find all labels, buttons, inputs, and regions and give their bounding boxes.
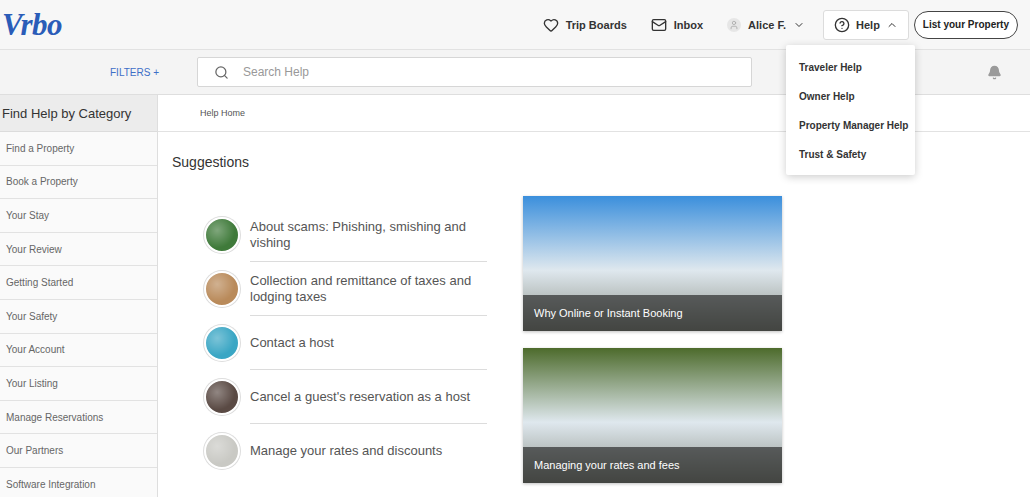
sidebar-item[interactable]: Your Review — [0, 233, 157, 267]
search-field[interactable] — [197, 57, 752, 87]
notifications[interactable] — [987, 65, 1002, 80]
sidebar-item[interactable]: Our Partners — [0, 434, 157, 468]
user-menu[interactable]: Alice F. — [727, 18, 805, 32]
suggestion-thumbnail — [204, 379, 240, 415]
sidebar-item[interactable]: Your Safety — [0, 300, 157, 334]
suggestion-label: Contact a host — [250, 316, 487, 370]
suggestion-item[interactable]: Contact a host — [204, 316, 487, 370]
suggestion-item[interactable]: Manage your rates and discounts — [204, 424, 487, 478]
help-menu: Traveler HelpOwner HelpProperty Manager … — [786, 45, 915, 175]
suggestion-label: About scams: Phishing, smishing and vish… — [250, 208, 487, 262]
sidebar-item[interactable]: Getting Started — [0, 266, 157, 300]
avatar-icon — [727, 18, 741, 32]
suggestions-content: About scams: Phishing, smishing and vish… — [158, 170, 1030, 483]
help-icon — [834, 17, 850, 33]
bell-icon — [987, 65, 1002, 80]
help-menu-item[interactable]: Property Manager Help — [786, 111, 915, 140]
suggestion-label: Manage your rates and discounts — [250, 424, 487, 478]
sidebar-item[interactable]: Manage Reservations — [0, 401, 157, 435]
suggestion-label: Collection and remittance of taxes and l… — [250, 262, 487, 316]
top-bar: Vrbo Trip Boards Inbox Alice F. HelpList you… — [0, 0, 1030, 50]
suggestion-item[interactable]: About scams: Phishing, smishing and vish… — [204, 208, 487, 262]
filters-link[interactable]: FILTERS + — [0, 67, 197, 78]
chevron-down-icon — [793, 19, 805, 31]
category-sidebar: Find Help by CategoryFind a PropertyBook… — [0, 95, 158, 497]
trip-boards-link[interactable]: Trip Boards — [543, 17, 627, 33]
card-caption: Managing your rates and fees — [523, 447, 782, 483]
sidebar-item[interactable]: Your Stay — [0, 199, 157, 233]
suggestion-item[interactable]: Collection and remittance of taxes and l… — [204, 262, 487, 316]
sidebar-item[interactable]: Your Account — [0, 334, 157, 368]
suggestion-thumbnail — [204, 271, 240, 307]
suggestion-thumbnail — [204, 217, 240, 253]
sidebar-item[interactable]: Software Integration — [0, 468, 157, 497]
top-nav: Trip Boards Inbox Alice F. HelpList your Pr… — [543, 10, 1018, 40]
suggestion-item[interactable]: Cancel a guest's reservation as a host — [204, 370, 487, 424]
help-menu-item[interactable]: Traveler Help — [786, 53, 915, 82]
help-menu-item[interactable]: Owner Help — [786, 82, 915, 111]
suggestion-thumbnail — [204, 433, 240, 469]
suggestion-label: Cancel a guest's reservation as a host — [250, 370, 487, 424]
heart-icon — [543, 17, 559, 33]
sidebar-item[interactable]: Your Listing — [0, 367, 157, 401]
card-caption: Why Online or Instant Booking — [523, 295, 782, 331]
vrbo-logo[interactable]: Vrbo — [2, 7, 62, 43]
feature-card[interactable]: Managing your rates and fees — [523, 348, 782, 483]
suggestion-list: About scams: Phishing, smishing and vish… — [204, 196, 487, 483]
search-input[interactable] — [241, 64, 735, 80]
inbox-link[interactable]: Inbox — [651, 17, 703, 33]
help-menu-item[interactable]: Trust & Safety — [786, 140, 915, 169]
chevron-up-icon — [886, 19, 898, 31]
mail-icon — [651, 17, 667, 33]
feature-cards: Why Online or Instant Booking Managing yo… — [523, 196, 782, 483]
help-page: Vrbo Trip Boards Inbox Alice F. HelpList you… — [0, 0, 1030, 497]
search-icon — [214, 65, 229, 80]
sidebar-item[interactable]: Find a Property — [0, 132, 157, 166]
feature-card[interactable]: Why Online or Instant Booking — [523, 196, 782, 331]
help-button[interactable]: Help — [823, 10, 909, 40]
list-property-button[interactable]: List your Property — [914, 11, 1018, 39]
sidebar-item[interactable]: Book a Property — [0, 166, 157, 200]
sidebar-title: Find Help by Category — [0, 95, 157, 132]
suggestion-thumbnail — [204, 325, 240, 361]
